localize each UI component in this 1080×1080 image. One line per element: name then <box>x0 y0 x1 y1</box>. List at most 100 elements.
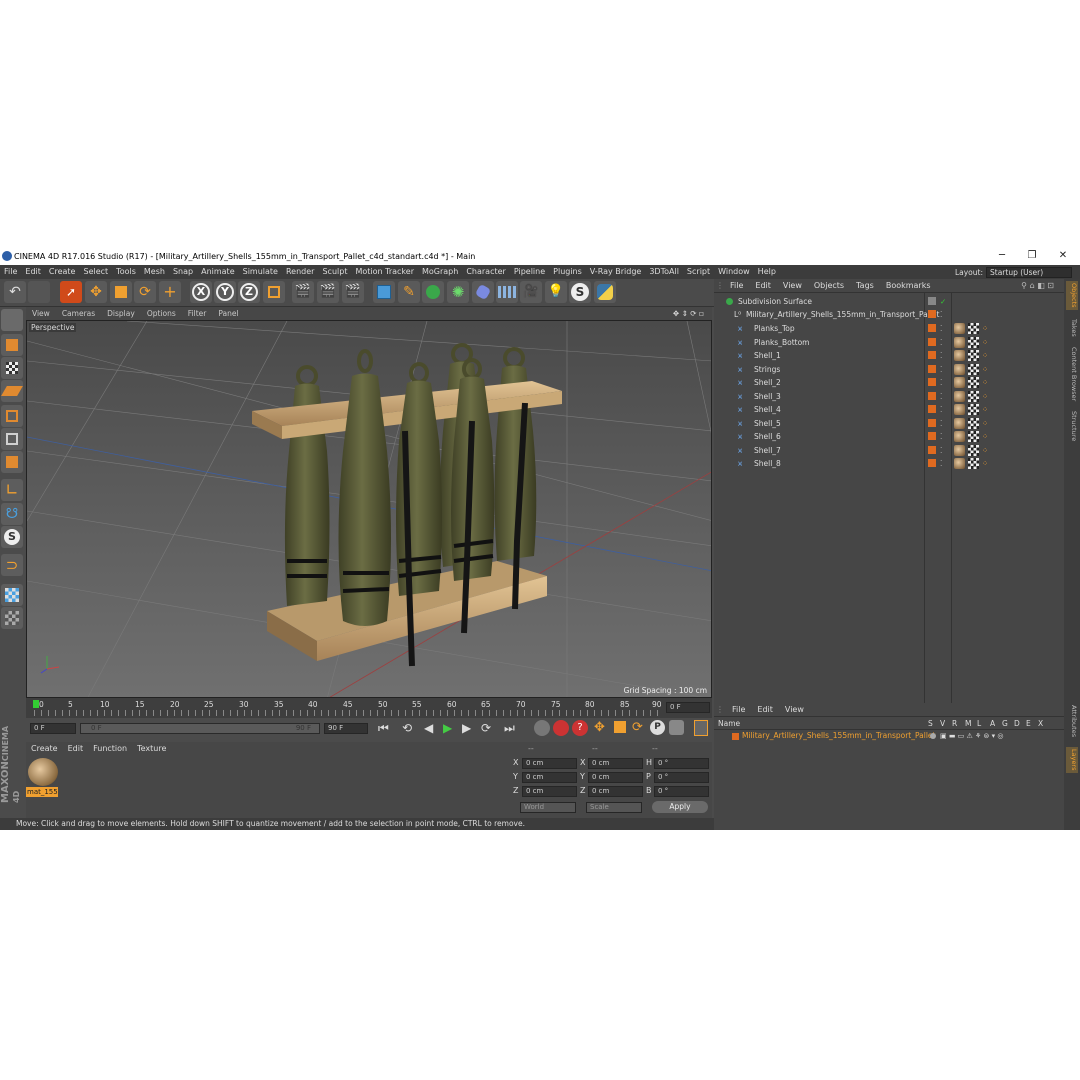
object-row[interactable]: ⩙ Planks_Top ⁚ ⁘ <box>714 322 1064 336</box>
menu-motion-tracker[interactable]: Motion Tracker <box>351 265 418 279</box>
tab-takes[interactable]: Takes <box>1066 319 1078 337</box>
texture-tag-icon[interactable] <box>954 390 965 402</box>
material-swatch[interactable] <box>28 758 58 786</box>
phong-tag-icon[interactable]: ⁘ <box>982 376 988 389</box>
visibility-dots-icon[interactable]: ⁚ <box>940 363 942 376</box>
phong-tag-icon[interactable]: ⁘ <box>982 444 988 457</box>
apply-button[interactable]: Apply <box>652 801 708 813</box>
object-row[interactable]: ⩙ Shell_6 ⁚ ⁘ <box>714 430 1064 444</box>
polygons-mode-icon[interactable] <box>1 451 23 473</box>
minimize-button[interactable]: ─ <box>992 249 1012 263</box>
visibility-dots-icon[interactable]: ⁚ <box>940 349 942 362</box>
layer-menu-edit[interactable]: Edit <box>751 703 779 717</box>
layer-swatch[interactable] <box>928 337 936 346</box>
object-row[interactable]: ⩙ Strings ⁚ ⁘ <box>714 363 1064 377</box>
scale-icon[interactable] <box>110 281 132 303</box>
layer-row[interactable]: Military_Artillery_Shells_155mm_in_Trans… <box>714 731 1064 742</box>
layer-swatch[interactable] <box>928 459 936 467</box>
y-axis-icon[interactable]: Y <box>214 281 236 303</box>
uvw-tag-icon[interactable] <box>968 336 979 348</box>
key-scale-icon[interactable] <box>614 721 626 733</box>
uvw-tag-icon[interactable] <box>968 444 979 456</box>
vp-menu-view[interactable]: View <box>26 307 56 320</box>
layout-dropdown[interactable]: Startup (User) <box>986 267 1072 278</box>
menu-edit[interactable]: Edit <box>21 265 45 279</box>
layer-swatch[interactable] <box>928 405 936 413</box>
scale-dropdown[interactable]: Scale <box>586 802 642 813</box>
deformer-icon[interactable] <box>472 281 494 303</box>
lock-workplane-icon[interactable] <box>1 584 23 606</box>
go-to-end-icon[interactable]: ⏭ <box>504 721 515 736</box>
visibility-dots-icon[interactable]: ⁚ <box>940 308 942 321</box>
cube-icon[interactable] <box>373 281 395 303</box>
object-row[interactable]: ⩙ Shell_5 ⁚ ⁘ <box>714 417 1064 431</box>
points-mode-icon[interactable] <box>1 405 23 427</box>
rotation-h-field[interactable]: 0 ° <box>654 758 709 769</box>
menu-mograph[interactable]: MoGraph <box>418 265 462 279</box>
position-x-field[interactable]: 0 cm <box>522 758 577 769</box>
rotate-icon[interactable]: ⟳ <box>134 281 156 303</box>
close-button[interactable]: ✕ <box>1053 249 1073 263</box>
menu-help[interactable]: Help <box>754 265 780 279</box>
visibility-check-icon[interactable]: ✓ <box>940 295 946 308</box>
x-axis-icon[interactable]: X <box>190 281 212 303</box>
go-to-start-icon[interactable]: ⏮ <box>378 721 389 736</box>
layer-swatch[interactable] <box>928 378 936 386</box>
material-name-label[interactable]: mat_155 <box>26 787 58 797</box>
visibility-dots-icon[interactable]: ⁚ <box>940 390 942 403</box>
phong-tag-icon[interactable]: ⁘ <box>982 457 988 470</box>
start-frame-field[interactable]: 0 F <box>30 723 76 734</box>
world-dropdown[interactable]: World <box>520 802 576 813</box>
tab-layers[interactable]: Layers <box>1066 747 1078 773</box>
previous-key-icon[interactable]: ⟲ <box>402 721 412 735</box>
menu-plugins[interactable]: Plugins <box>549 265 586 279</box>
menu-file[interactable]: File <box>0 265 21 279</box>
timeline-ruler[interactable]: 0 5 10 15 20 25 30 35 40 45 50 55 60 65 … <box>26 698 712 718</box>
planar-workplane-icon[interactable] <box>1 607 23 629</box>
phong-tag-icon[interactable]: ⁘ <box>982 403 988 416</box>
magnet-icon[interactable]: ⊃ <box>1 554 23 576</box>
menu-tools[interactable]: Tools <box>112 265 140 279</box>
object-row[interactable]: ⩙ Shell_7 ⁚ ⁘ <box>714 444 1064 458</box>
visibility-dots-icon[interactable]: ⁚ <box>940 376 942 389</box>
render-settings-icon[interactable]: 🎬 <box>342 281 364 303</box>
texture-tag-icon[interactable] <box>954 350 965 361</box>
record-icon[interactable] <box>534 720 550 736</box>
size-x-field[interactable]: 0 cm <box>588 758 643 769</box>
menu-script[interactable]: Script <box>683 265 714 279</box>
current-frame-field[interactable]: 0 F <box>666 702 710 713</box>
play-icon[interactable]: ▶ <box>443 721 452 735</box>
phong-tag-icon[interactable]: ⁘ <box>982 430 988 443</box>
object-row[interactable]: ⩙ Shell_1 ⁚ ⁘ <box>714 349 1064 363</box>
workplane-mode-icon[interactable] <box>1 380 23 402</box>
layer-swatch[interactable] <box>928 391 936 400</box>
rotation-p-field[interactable]: 0 ° <box>654 772 709 783</box>
menu-render[interactable]: Render <box>282 265 318 279</box>
recent-tool-icon[interactable]: + <box>159 281 181 303</box>
visibility-dots-icon[interactable]: ⁚ <box>940 322 942 335</box>
menu-create[interactable]: Create <box>45 265 80 279</box>
uvw-tag-icon[interactable] <box>968 458 979 469</box>
rotation-b-field[interactable]: 0 ° <box>654 786 709 797</box>
coordinate-system-icon[interactable] <box>263 281 285 303</box>
key-pla-icon[interactable] <box>669 720 684 735</box>
vp-menu-options[interactable]: Options <box>141 307 182 320</box>
mat-menu-create[interactable]: Create <box>26 742 63 755</box>
obj-menu-file[interactable]: File <box>724 279 749 293</box>
end-frame-field[interactable]: 90 F <box>324 723 368 734</box>
uvw-tag-icon[interactable] <box>968 350 979 361</box>
visibility-dots-icon[interactable]: ⁚ <box>940 403 942 416</box>
uvw-tag-icon[interactable] <box>968 363 979 375</box>
tab-attributes[interactable]: Attributes <box>1066 705 1078 737</box>
object-row[interactable]: ⩙ Shell_3 ⁚ ⁘ <box>714 390 1064 404</box>
layer-swatch[interactable] <box>928 418 936 427</box>
uvw-tag-icon[interactable] <box>968 431 979 442</box>
layer-swatch[interactable] <box>928 445 936 454</box>
snap-icon[interactable]: S <box>1 526 23 548</box>
layer-swatch[interactable] <box>928 432 936 440</box>
layer-swatch[interactable] <box>928 310 936 318</box>
phong-tag-icon[interactable]: ⁘ <box>982 322 988 335</box>
move-icon[interactable]: ✥ <box>85 281 107 303</box>
next-key-icon[interactable]: ⟳ <box>481 721 491 735</box>
mat-menu-function[interactable]: Function <box>88 742 132 755</box>
